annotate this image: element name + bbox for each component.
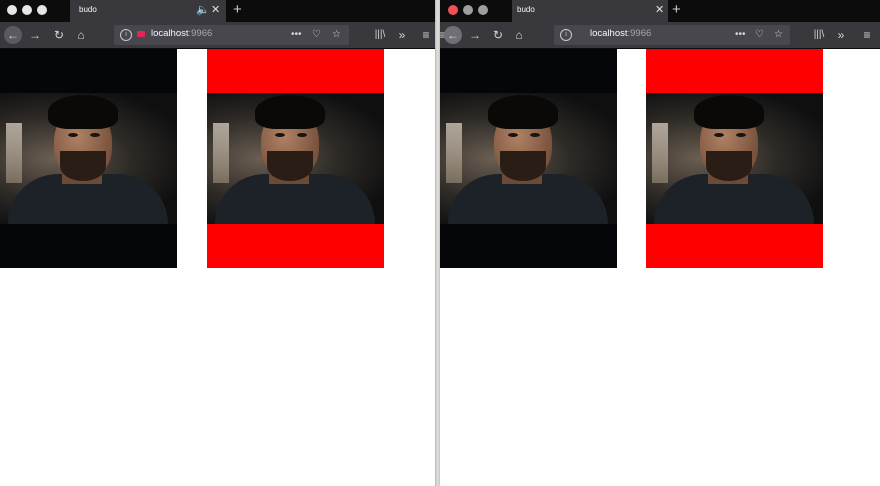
menu-icon[interactable]: ≡ (417, 26, 435, 44)
library-icon[interactable]: |||\ (371, 26, 389, 44)
reload-button[interactable]: ↻ (489, 26, 507, 44)
url-text: localhost:9966 (151, 28, 212, 39)
page-actions-button[interactable]: ••• (735, 27, 746, 43)
home-button[interactable]: ⌂ (72, 26, 90, 44)
url-host: localhost (590, 28, 628, 39)
url-host: localhost (151, 28, 189, 39)
new-tab-button[interactable]: + (233, 1, 242, 19)
tab-budo[interactable]: budo 🔈 ✕ (70, 0, 226, 22)
home-button[interactable]: ⌂ (510, 26, 528, 44)
webcam-frame (207, 93, 384, 224)
video-processed (646, 49, 823, 268)
minimize-window-button[interactable] (463, 5, 473, 15)
navigation-bar: ← → ↻ ⌂ i localhost:9966 ••• ♡ ☆ |||\ » … (0, 22, 435, 49)
new-tab-button[interactable]: + (672, 1, 681, 19)
forward-button[interactable]: → (466, 26, 484, 44)
bookmark-star-icon[interactable]: ☆ (332, 27, 341, 43)
info-icon[interactable]: i (560, 29, 572, 41)
tab-bar: budo ✕ + (440, 0, 880, 22)
pocket-icon[interactable]: ♡ (312, 27, 321, 43)
tab-title: budo (517, 5, 535, 14)
browser-window-right: budo ✕ + ≡ ← → ↻ ⌂ i localhost:9966 ••• … (440, 0, 880, 486)
close-window-button[interactable] (7, 5, 17, 15)
overflow-button[interactable]: » (832, 26, 850, 44)
navigation-bar: ≡ ← → ↻ ⌂ i localhost:9966 ••• ♡ ☆ |||\ … (440, 22, 880, 49)
url-port: :9966 (627, 28, 652, 39)
close-tab-icon[interactable]: ✕ (211, 3, 220, 17)
speaker-icon[interactable]: 🔈 (196, 3, 210, 17)
close-window-button[interactable] (448, 5, 458, 15)
url-bar[interactable]: i localhost:9966 ••• ♡ ☆ (114, 25, 349, 45)
back-button[interactable]: ← (4, 26, 22, 44)
video-original (440, 49, 617, 268)
url-bar[interactable]: i localhost:9966 ••• ♡ ☆ (554, 25, 790, 45)
forward-button[interactable]: → (26, 26, 44, 44)
webcam-frame (0, 93, 177, 224)
url-text: localhost:9966 (590, 28, 651, 39)
reload-button[interactable]: ↻ (50, 26, 68, 44)
page-content (440, 49, 880, 486)
pocket-icon[interactable]: ♡ (755, 27, 764, 43)
minimize-window-button[interactable] (22, 5, 32, 15)
url-port: :9966 (188, 28, 213, 39)
zoom-window-button[interactable] (37, 5, 47, 15)
tab-bar: budo 🔈 ✕ + (0, 0, 435, 22)
camera-sharing-icon[interactable] (137, 31, 145, 37)
webcam-frame (440, 93, 617, 224)
back-button[interactable]: ← (444, 26, 462, 44)
page-actions-button[interactable]: ••• (291, 27, 302, 43)
video-original (0, 49, 177, 268)
tab-title: budo (79, 5, 97, 14)
menu-icon[interactable]: ≡ (858, 26, 876, 44)
page-content (0, 49, 435, 486)
bookmark-star-icon[interactable]: ☆ (774, 27, 783, 43)
library-icon[interactable]: |||\ (810, 26, 828, 44)
overflow-button[interactable]: » (393, 26, 411, 44)
browser-window-left: budo 🔈 ✕ + ← → ↻ ⌂ i localhost:9966 ••• … (0, 0, 435, 486)
webcam-frame (646, 93, 823, 224)
tab-budo[interactable]: budo ✕ (512, 0, 668, 22)
zoom-window-button[interactable] (478, 5, 488, 15)
video-processed (207, 49, 384, 268)
info-icon[interactable]: i (120, 29, 132, 41)
close-tab-icon[interactable]: ✕ (655, 3, 664, 17)
